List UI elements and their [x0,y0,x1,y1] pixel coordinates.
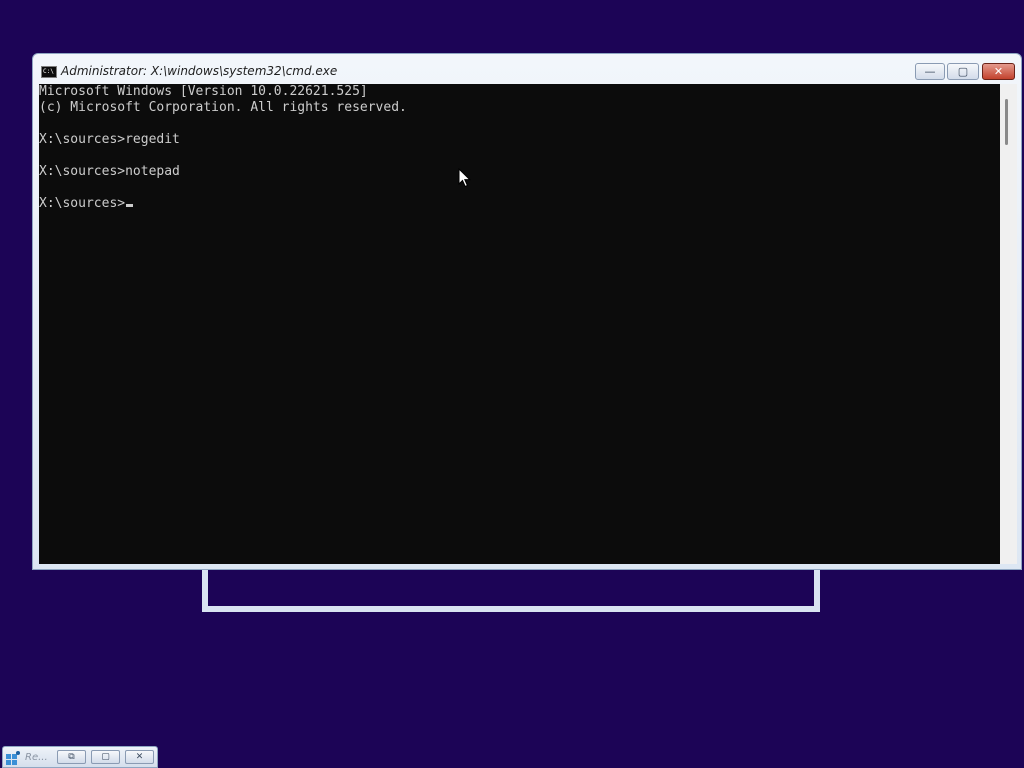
minimize-button[interactable]: — [915,63,945,80]
window-title: Administrator: X:\windows\system32\cmd.e… [61,64,338,78]
maximize-icon: ▢ [101,752,110,762]
close-button[interactable]: ✕ [982,63,1015,80]
task-maximize-button[interactable]: ▢ [91,750,120,764]
vertical-scrollbar[interactable] [1000,84,1017,564]
maximize-icon: ▢ [957,65,969,78]
minimized-window-task[interactable]: Re... ⧉ ▢ ✕ [2,746,158,768]
minimize-icon: — [924,65,936,78]
console-output[interactable]: Microsoft Windows [Version 10.0.22621.52… [39,84,1000,564]
text-cursor [126,204,134,207]
task-label: Re... [25,752,48,763]
restore-icon: ⧉ [68,752,75,762]
console-line: (c) Microsoft Corporation. All rights re… [39,100,407,115]
cmd-window[interactable]: C:\ Administrator: X:\windows\system32\c… [32,53,1022,570]
console-prompt: X:\sources> [39,196,126,211]
close-icon: ✕ [993,65,1004,78]
console-line: Microsoft Windows [Version 10.0.22621.52… [39,84,368,99]
title-bar[interactable]: C:\ Administrator: X:\windows\system32\c… [33,54,1021,84]
cmd-app-icon[interactable]: C:\ [41,66,57,78]
close-icon: ✕ [135,752,144,762]
task-restore-button[interactable]: ⧉ [57,750,86,764]
background-window-frame [202,568,820,612]
console-line: X:\sources>notepad [39,164,180,179]
scrollbar-thumb[interactable] [1005,99,1008,145]
console-line: X:\sources>regedit [39,132,180,147]
mouse-pointer-icon [458,168,472,188]
console-text: Microsoft Windows [Version 10.0.22621.52… [39,84,1000,212]
maximize-button[interactable]: ▢ [947,63,979,80]
windows-setup-icon [6,751,20,765]
task-close-button[interactable]: ✕ [125,750,154,764]
